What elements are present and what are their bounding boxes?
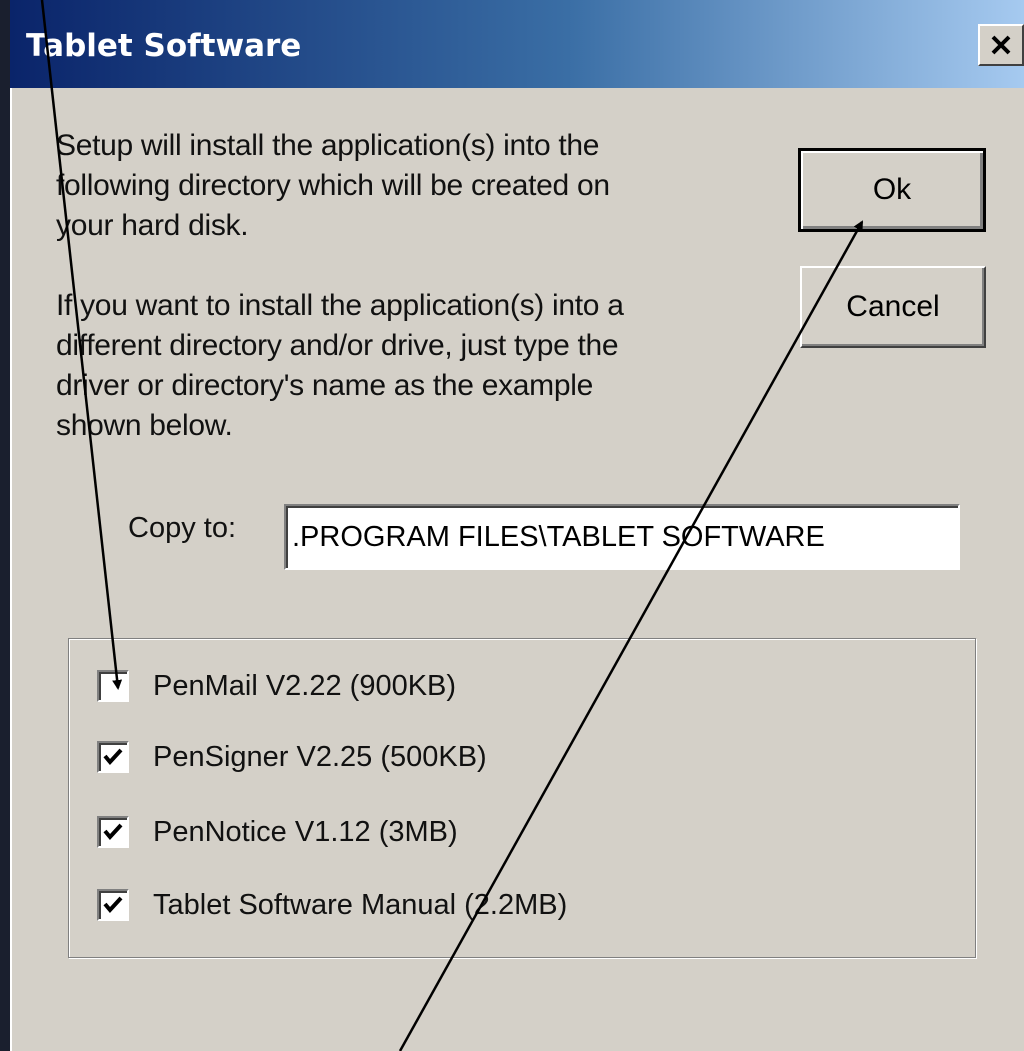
close-icon (991, 35, 1011, 55)
description-line: your hard disk. (56, 209, 249, 242)
description-line: Setup will install the application(s) in… (56, 129, 600, 162)
checkmark-icon (103, 748, 123, 766)
dialog-window: Tablet Software Setup will install the a… (10, 0, 1024, 1051)
instructions-line: driver or directory's name as the exampl… (56, 369, 593, 402)
title-bar[interactable]: Tablet Software (10, 0, 1024, 88)
instructions-line: different directory and/or drive, just t… (56, 329, 619, 362)
description-line: following directory which will be create… (56, 169, 610, 202)
checkmark-icon (103, 823, 123, 841)
component-label: PenNotice V1.12 (3MB) (153, 815, 458, 848)
components-group: PenMail V2.22 (900KB) PenSigner V2.25 (5… (68, 638, 976, 958)
close-button[interactable] (978, 24, 1024, 66)
pennotice-checkbox[interactable] (97, 816, 129, 848)
component-label: Tablet Software Manual (2.2MB) (153, 888, 568, 921)
pensigner-checkbox[interactable] (97, 741, 129, 773)
component-label: PenSigner V2.25 (500KB) (153, 740, 487, 773)
penmail-checkbox[interactable] (97, 670, 129, 702)
ok-button[interactable]: Ok (798, 148, 986, 232)
install-directory-input[interactable] (284, 504, 960, 570)
manual-checkbox[interactable] (97, 889, 129, 921)
component-label: PenMail V2.22 (900KB) (153, 669, 457, 702)
dialog-title: Tablet Software (26, 28, 302, 64)
component-option-pensigner[interactable]: PenSigner V2.25 (500KB) (97, 732, 487, 782)
copy-to-label: Copy to: (128, 512, 236, 544)
component-option-penmail[interactable]: PenMail V2.22 (900KB) (97, 661, 456, 711)
directory-instructions: If you want to install the application(s… (56, 286, 624, 446)
component-option-pennotice[interactable]: PenNotice V1.12 (3MB) (97, 807, 458, 857)
component-option-manual[interactable]: Tablet Software Manual (2.2MB) (97, 880, 567, 930)
instructions-line: If you want to install the application(s… (56, 289, 624, 322)
checkmark-icon (103, 896, 123, 914)
cancel-button[interactable]: Cancel (800, 266, 986, 348)
instructions-line: shown below. (56, 409, 233, 442)
install-description: Setup will install the application(s) in… (56, 126, 610, 246)
